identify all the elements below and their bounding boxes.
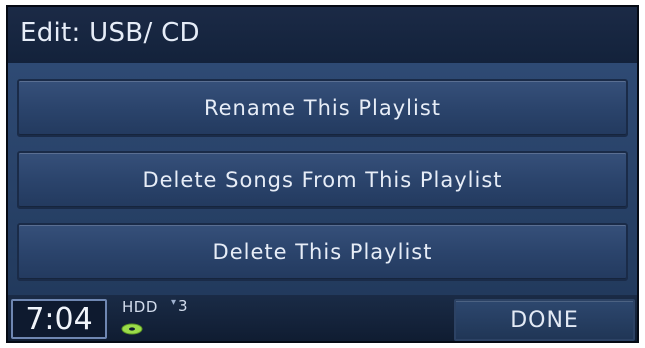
done-button[interactable]: DONE — [454, 299, 635, 341]
track-icon: ▾ — [171, 297, 177, 308]
delete-songs-button[interactable]: Delete Songs From This Playlist — [17, 151, 628, 209]
delete-playlist-button[interactable]: Delete This Playlist — [17, 223, 628, 281]
status-bar: 7:04 HDD ▾ 3 DONE — [8, 295, 637, 341]
title-bar: Edit: USB/ CD — [8, 7, 637, 63]
infotainment-screen: Edit: USB/ CD Rename This Playlist Delet… — [6, 5, 639, 343]
rename-playlist-button[interactable]: Rename This Playlist — [17, 79, 628, 137]
track-number: 3 — [178, 297, 188, 315]
source-label: HDD — [122, 298, 158, 316]
track-indicator: ▾ 3 — [171, 297, 188, 315]
disc-icon — [121, 323, 143, 335]
menu-panel: Rename This Playlist Delete Songs From T… — [8, 63, 637, 295]
clock: 7:04 — [11, 299, 107, 339]
page-title: Edit: USB/ CD — [20, 18, 200, 48]
